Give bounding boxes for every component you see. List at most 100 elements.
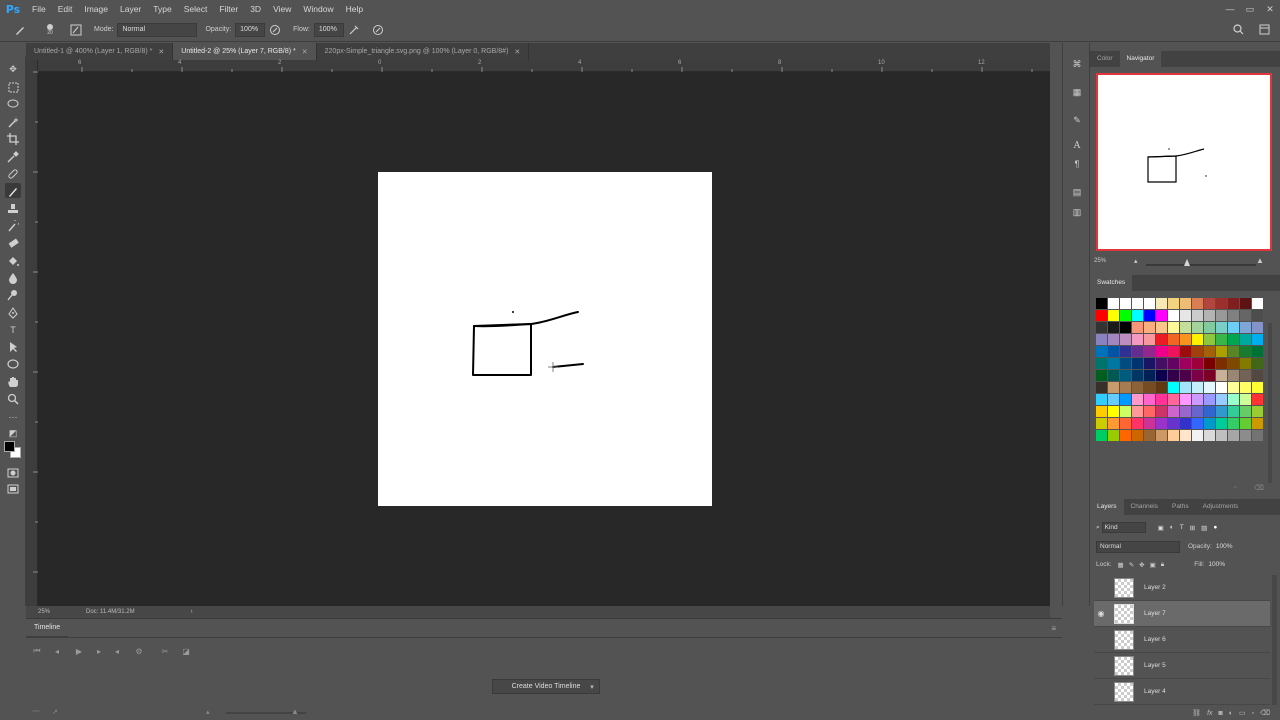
color-swatch[interactable] <box>1252 370 1263 381</box>
layer-row[interactable]: Layer 2 <box>1094 575 1270 601</box>
color-swatch[interactable] <box>1240 322 1251 333</box>
color-swatch[interactable] <box>1228 394 1239 405</box>
trash-icon[interactable]: ⌫ <box>1254 484 1264 492</box>
color-swatch[interactable] <box>1180 358 1191 369</box>
menu-edit[interactable]: Edit <box>52 0 79 18</box>
color-swatch[interactable] <box>1144 406 1155 417</box>
color-swatch[interactable] <box>1096 346 1107 357</box>
filter-toggle-icon[interactable]: ● <box>1213 524 1217 531</box>
color-swatch[interactable] <box>1156 370 1167 381</box>
quick-mask-icon[interactable] <box>5 465 21 480</box>
pressure-size-icon[interactable] <box>370 22 386 38</box>
default-colors-icon[interactable]: ◩ <box>5 426 21 441</box>
color-swatch[interactable] <box>1240 394 1251 405</box>
color-swatch[interactable] <box>1132 418 1143 429</box>
search-icon[interactable] <box>1230 22 1246 38</box>
play-icon[interactable]: ▶ <box>72 645 86 657</box>
menu-view[interactable]: View <box>267 0 297 18</box>
eraser-tool-icon[interactable] <box>5 235 21 250</box>
color-swatch[interactable] <box>1192 382 1203 393</box>
color-swatch[interactable] <box>1180 298 1191 309</box>
new-swatch-icon[interactable]: ▫ <box>1234 484 1236 491</box>
color-swatch[interactable] <box>1192 334 1203 345</box>
tab-adjustments[interactable]: Adjustments <box>1196 499 1246 515</box>
tab-navigator[interactable]: Navigator <box>1119 51 1162 67</box>
color-swatch[interactable] <box>1204 334 1215 345</box>
brushes-icon[interactable]: ✎ <box>1070 113 1084 127</box>
color-swatch[interactable] <box>1168 346 1179 357</box>
color-swatch[interactable] <box>1168 370 1179 381</box>
tab-paths[interactable]: Paths <box>1165 499 1196 515</box>
color-swatch[interactable] <box>1252 334 1263 345</box>
color-swatch[interactable] <box>1192 394 1203 405</box>
close-button[interactable]: ✕ <box>1260 0 1280 18</box>
foreground-color-swatch[interactable] <box>4 441 15 452</box>
eyedropper-tool-icon[interactable] <box>5 149 21 164</box>
tab-color[interactable]: Color <box>1090 51 1120 67</box>
color-swatch[interactable] <box>1108 382 1119 393</box>
layer-row[interactable]: ◉ Layer 7 <box>1094 601 1270 627</box>
navigator-zoom-value[interactable]: 25% <box>1094 258 1106 264</box>
color-swatch[interactable] <box>1228 310 1239 321</box>
color-swatch[interactable] <box>1192 370 1203 381</box>
color-swatch[interactable] <box>1228 430 1239 441</box>
color-swatch[interactable] <box>1096 310 1107 321</box>
link-layers-icon[interactable]: ⛓︎ <box>1192 709 1201 717</box>
color-swatch[interactable] <box>1096 322 1107 333</box>
history-brush-tool-icon[interactable] <box>5 218 21 233</box>
color-swatch[interactable] <box>1204 322 1215 333</box>
vertical-ruler[interactable] <box>26 60 38 606</box>
doc-tab-triangle[interactable]: 220px-Simple_triangle.svg.png @ 100% (La… <box>317 43 530 60</box>
split-icon[interactable]: ✂ <box>158 645 172 657</box>
color-swatch[interactable] <box>1204 358 1215 369</box>
color-swatch[interactable] <box>1240 382 1251 393</box>
color-swatch[interactable] <box>1168 358 1179 369</box>
navigator-preview[interactable] <box>1096 73 1272 251</box>
color-swatch[interactable] <box>1240 358 1251 369</box>
color-swatch[interactable] <box>1180 418 1191 429</box>
color-swatch[interactable] <box>1108 358 1119 369</box>
healing-brush-tool-icon[interactable] <box>5 166 21 181</box>
color-swatch[interactable] <box>1144 310 1155 321</box>
tab-channels[interactable]: Channels <box>1124 499 1165 515</box>
close-icon[interactable]: ✕ <box>302 48 308 56</box>
color-swatch[interactable] <box>1156 310 1167 321</box>
crop-tool-icon[interactable] <box>5 131 21 146</box>
paragraph-icon[interactable]: ¶ <box>1070 157 1084 171</box>
settings-icon[interactable]: ⚙ <box>132 645 146 657</box>
color-swatch[interactable] <box>1192 430 1203 441</box>
color-swatch[interactable] <box>1156 430 1167 441</box>
color-swatch[interactable] <box>1192 358 1203 369</box>
color-swatch[interactable] <box>1132 370 1143 381</box>
blur-tool-icon[interactable] <box>5 270 21 285</box>
dodge-tool-icon[interactable] <box>5 287 21 302</box>
doc-tab-untitled-2[interactable]: Untitled-2 @ 25% (Layer 7, RGB/8) * ✕ <box>173 43 317 60</box>
menu-layer[interactable]: Layer <box>114 0 147 18</box>
color-swatch[interactable] <box>1204 370 1215 381</box>
lasso-tool-icon[interactable] <box>5 97 21 112</box>
color-swatch[interactable] <box>1168 298 1179 309</box>
color-swatch[interactable] <box>1144 322 1155 333</box>
tab-layers[interactable]: Layers <box>1090 499 1124 515</box>
trash-icon[interactable]: ⌫ <box>1260 709 1270 717</box>
color-swatch[interactable] <box>1228 406 1239 417</box>
color-swatch[interactable] <box>1216 346 1227 357</box>
color-swatch[interactable] <box>1252 382 1263 393</box>
color-swatch[interactable] <box>1108 406 1119 417</box>
color-swatch[interactable] <box>1156 358 1167 369</box>
color-swatch[interactable] <box>1216 406 1227 417</box>
type-tool-icon[interactable]: T <box>5 322 21 337</box>
brush-preset-picker[interactable]: 20 <box>40 22 60 38</box>
color-swatch[interactable] <box>1156 406 1167 417</box>
tab-swatches[interactable]: Swatches <box>1090 275 1133 291</box>
color-swatch[interactable] <box>1120 418 1131 429</box>
color-swatch[interactable] <box>1192 310 1203 321</box>
color-swatch[interactable] <box>1216 322 1227 333</box>
eye-icon[interactable]: ◉ <box>1094 609 1108 618</box>
menu-image[interactable]: Image <box>78 0 114 18</box>
color-swatch[interactable] <box>1252 430 1263 441</box>
color-swatch[interactable] <box>1120 310 1131 321</box>
color-swatch[interactable] <box>1240 334 1251 345</box>
color-swatch[interactable] <box>1204 394 1215 405</box>
color-swatch[interactable] <box>1168 418 1179 429</box>
